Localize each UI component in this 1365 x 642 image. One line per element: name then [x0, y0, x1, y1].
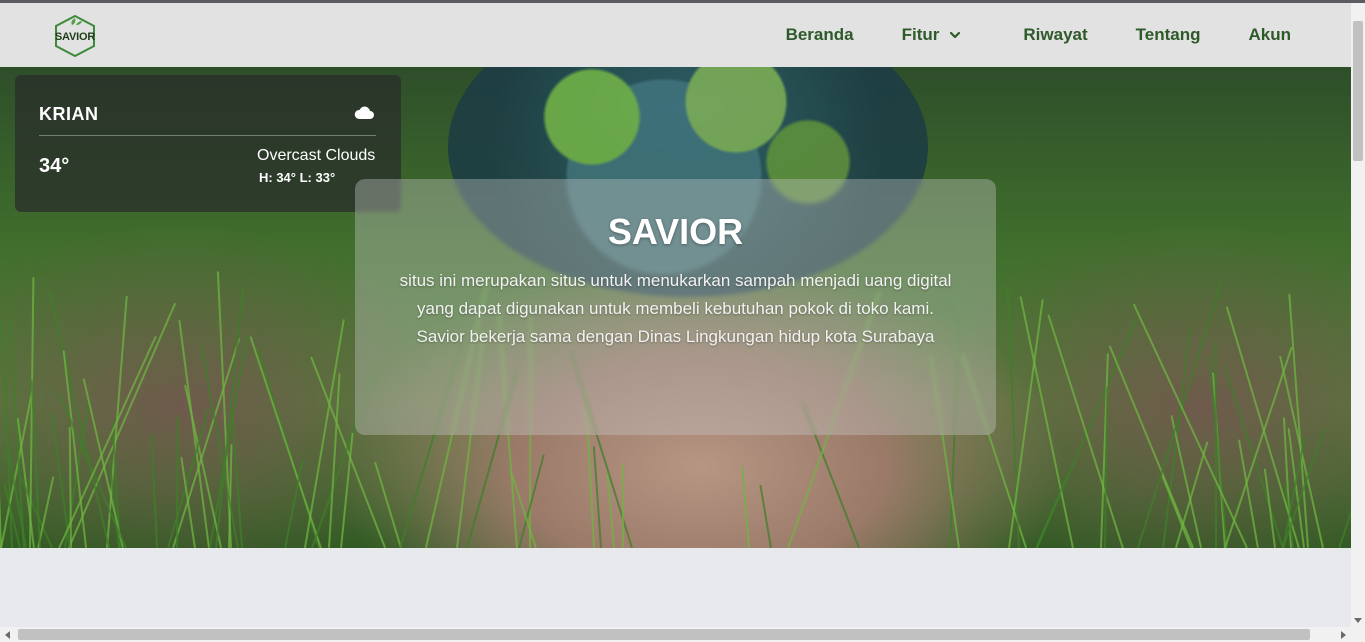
nav-item-akun[interactable]: Akun: [1249, 25, 1292, 45]
grass-blade: [621, 464, 625, 548]
grass-blade: [740, 465, 750, 548]
grass-blade: [47, 290, 110, 548]
grass-blade: [1047, 313, 1125, 548]
scrollbar-corner: [1351, 627, 1365, 642]
brand-logo[interactable]: SAVIOR: [50, 15, 100, 57]
grass-blade: [69, 426, 73, 548]
weather-high-low: H: 34° L: 33°: [259, 170, 336, 185]
scroll-right-arrow-icon[interactable]: [1341, 631, 1346, 639]
grass-blade: [1034, 475, 1068, 548]
nav-item-fitur[interactable]: Fitur: [902, 25, 962, 45]
grass-blade: [30, 378, 42, 548]
hero-info-card: SAVIOR situs ini merupakan situs untuk m…: [355, 179, 996, 435]
nav-item-beranda[interactable]: Beranda: [786, 25, 854, 45]
horizontal-scrollbar[interactable]: [0, 627, 1351, 642]
hero-description: situs ini merupakan situs untuk menukark…: [399, 271, 952, 346]
grass-blade: [759, 484, 773, 548]
grass-blade: [592, 446, 603, 548]
nav-item-label: Beranda: [785, 25, 854, 44]
logo-text: SAVIOR: [54, 31, 96, 43]
weather-condition: Overcast Clouds: [257, 147, 376, 164]
scroll-left-arrow-icon[interactable]: [5, 631, 10, 639]
vertical-scroll-thumb[interactable]: [1353, 21, 1363, 161]
grass-blade: [1137, 281, 1223, 548]
weather-divider: [39, 135, 376, 136]
scroll-down-arrow-icon[interactable]: [1354, 618, 1362, 623]
grass-blade: [1338, 395, 1351, 548]
hero-title: SAVIOR: [607, 211, 744, 252]
grass-blade: [175, 416, 179, 548]
chevron-down-icon: [950, 31, 961, 39]
grass-blade: [1019, 296, 1074, 548]
grass-blade: [1108, 345, 1195, 548]
vertical-scrollbar[interactable]: [1351, 3, 1365, 627]
grass-blade: [150, 434, 158, 548]
nav-item-label: Akun: [1248, 25, 1292, 44]
grass-blade: [1263, 468, 1277, 548]
nav-item-label: Riwayat: [1023, 25, 1088, 44]
weather-city: KRIAN: [39, 104, 99, 124]
weather-temperature: 34°: [39, 155, 70, 177]
grass-blade: [0, 380, 3, 548]
grass-blade: [1208, 356, 1229, 548]
cloud-icon: [354, 106, 374, 119]
nav-item-tentang[interactable]: Tentang: [1136, 25, 1201, 45]
nav-item-label: Fitur: [901, 25, 940, 44]
weather-widget: KRIAN 34° Overcast Clouds H: 34° L: 33°: [15, 75, 401, 212]
horizontal-scroll-thumb[interactable]: [18, 629, 1310, 640]
nav-item-label: Tentang: [1135, 25, 1201, 44]
navbar: SAVIOR Beranda Fitur Riwayat Tentang Aku…: [0, 3, 1351, 67]
nav-item-riwayat[interactable]: Riwayat: [1023, 25, 1087, 45]
main-nav: Beranda Fitur Riwayat Tentang Akun: [738, 3, 1291, 67]
